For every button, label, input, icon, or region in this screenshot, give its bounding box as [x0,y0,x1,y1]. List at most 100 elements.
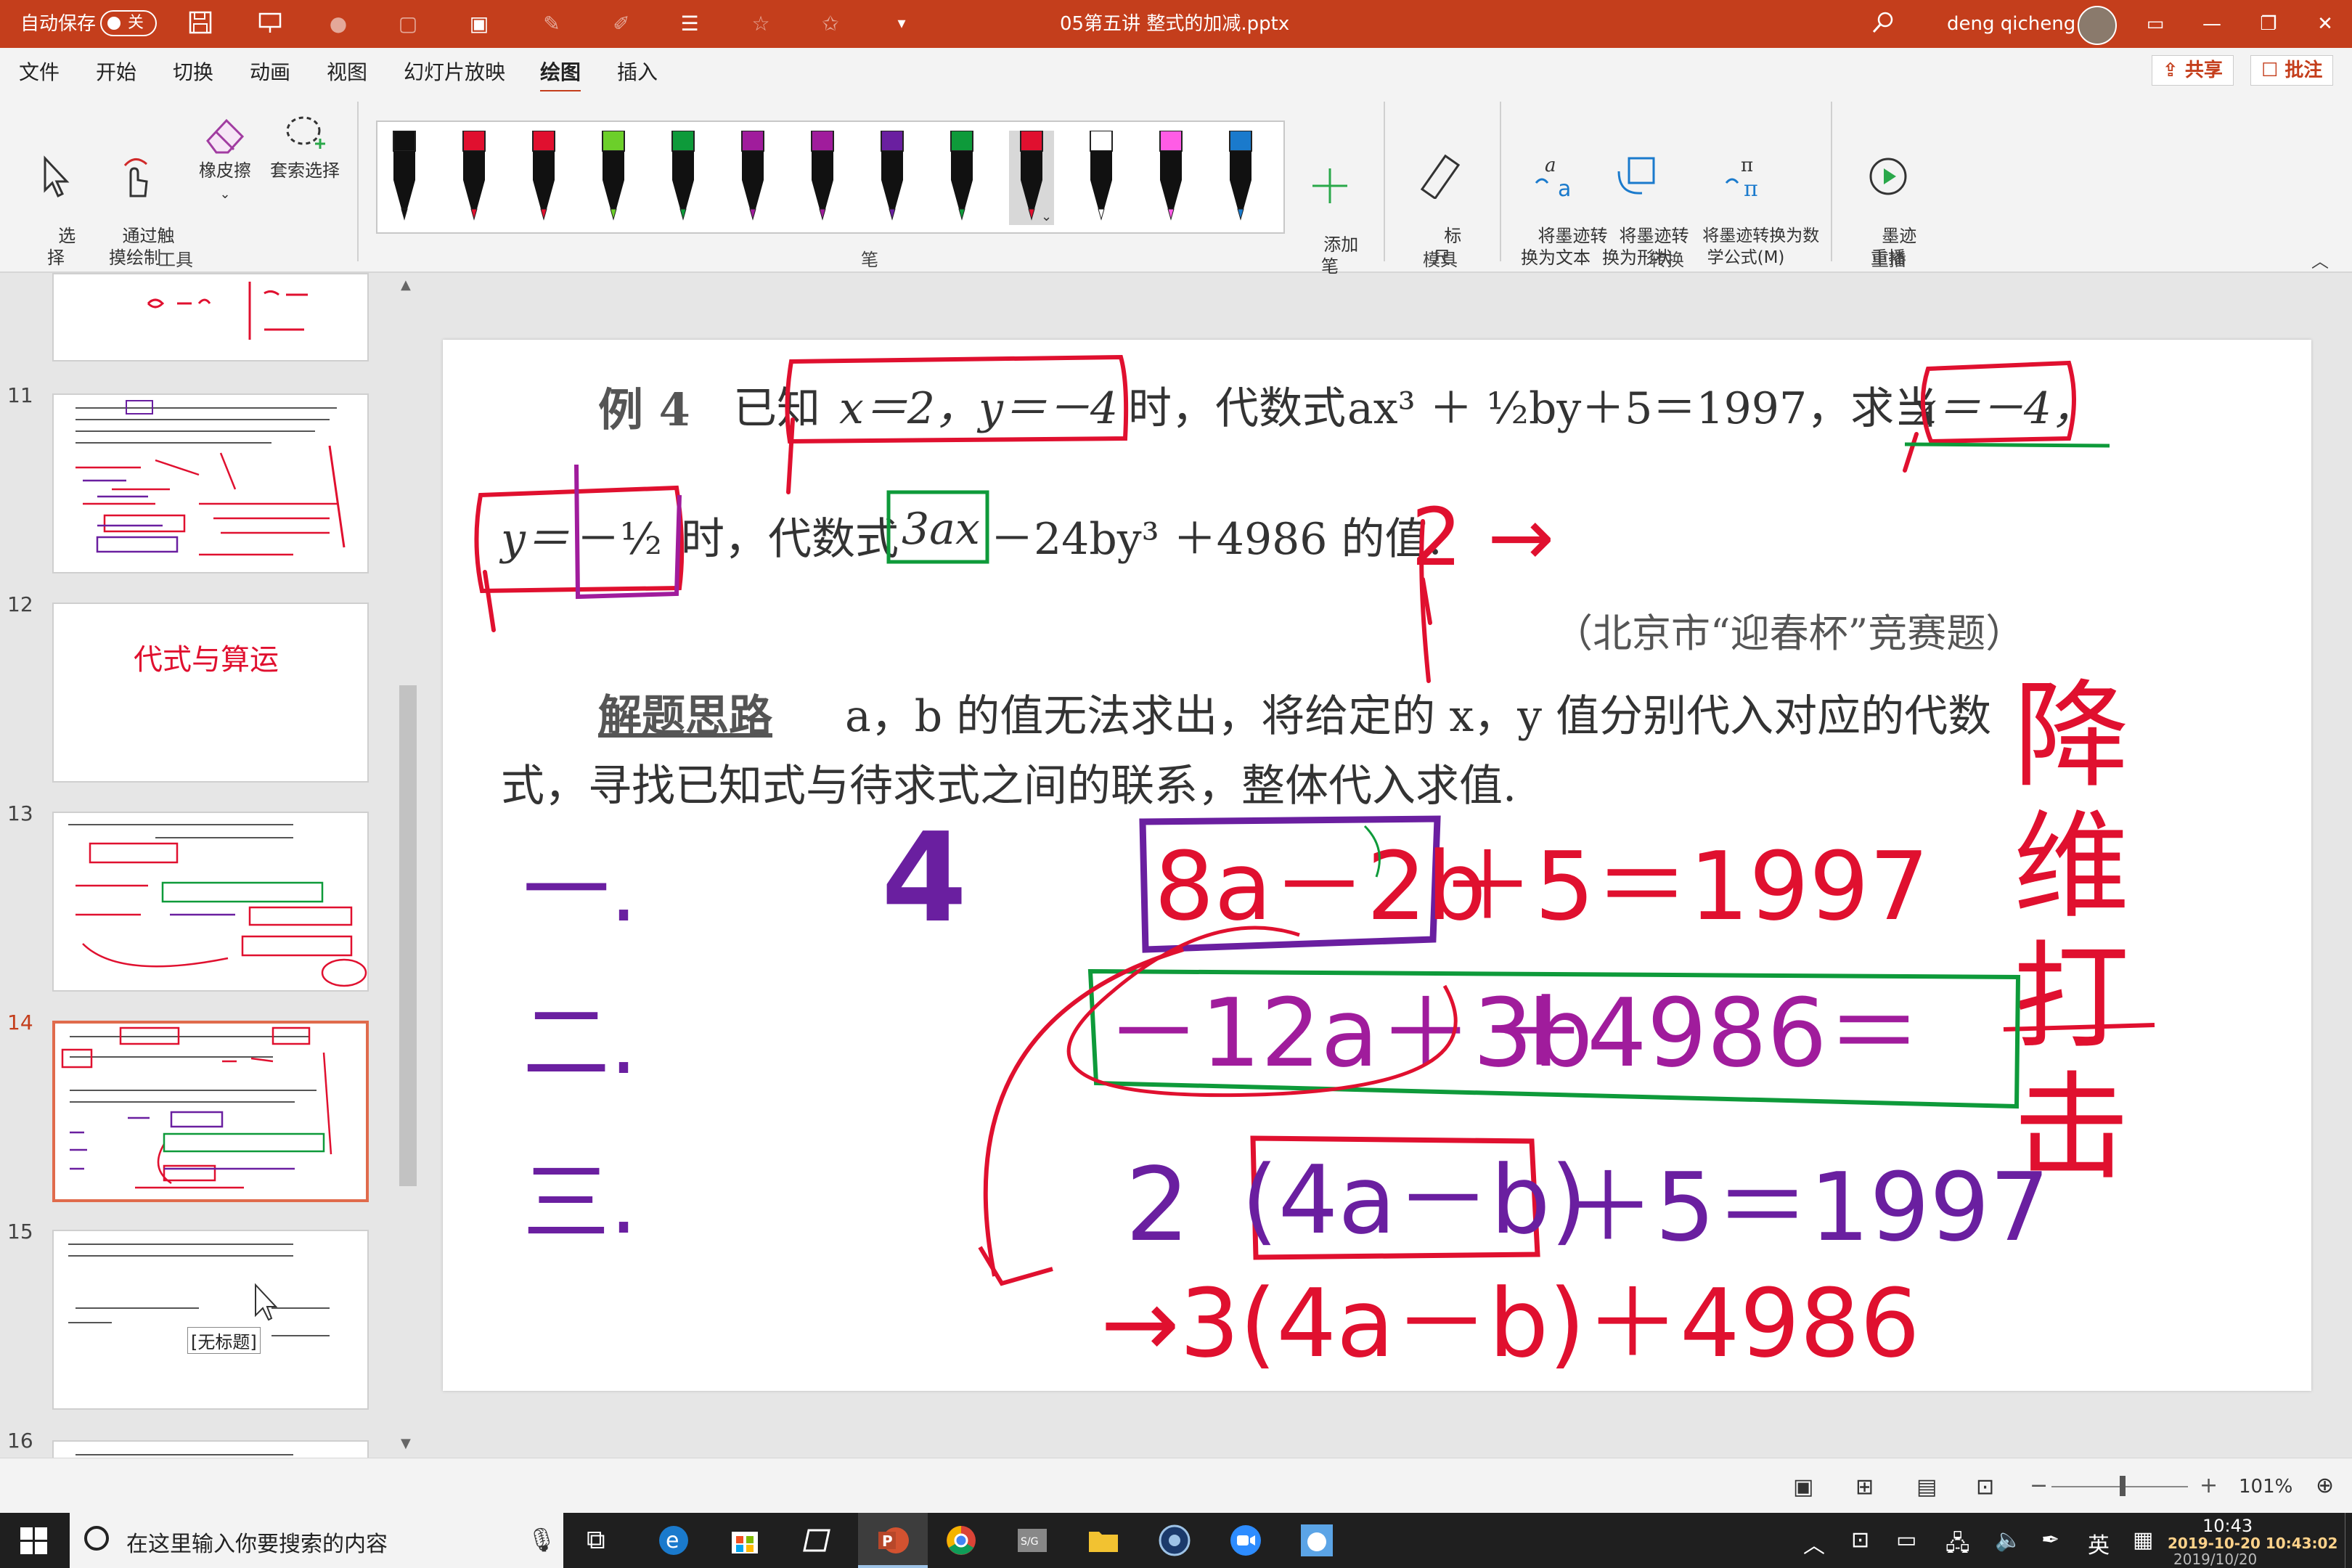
network-icon[interactable]: 🖧 [1945,1527,1969,1564]
pen-workspace-icon[interactable]: ✒ [2041,1527,2059,1553]
present-icon[interactable] [256,10,285,38]
chrome-icon[interactable] [944,1523,979,1558]
slide-thumbnail[interactable]: 代式与算运 [52,603,369,783]
tray-icon[interactable]: ⊡ [1851,1527,1869,1553]
pen-swatch-10[interactable]: ⌄ [1009,130,1054,225]
tab-slideshow[interactable]: 幻灯片放映 [404,57,505,86]
tab-animations[interactable]: 动画 [250,57,290,86]
ink-box-condition-2 [1920,360,2076,444]
add-pen-button[interactable]: 添加 笔 [1294,121,1366,299]
ink-to-math-button[interactable]: ππ 将墨迹转换为数 学公式(M) [1681,110,1819,290]
scroll-thumb[interactable] [399,685,417,1186]
volume-icon[interactable]: 🔈 [1995,1527,2022,1553]
scroll-down-icon[interactable]: ▼ [401,1436,411,1451]
show-desktop-button[interactable] [2345,1513,2352,1568]
start-windows-icon[interactable] [20,1527,48,1558]
pen-swatch-3[interactable] [527,130,560,225]
input-method-indicator[interactable]: 英 [2088,1527,2110,1559]
close-icon[interactable]: ✕ [2300,0,2351,48]
share-button[interactable]: ⇪ 共享 [2152,55,2234,86]
star-icon[interactable]: ☆ [746,10,775,38]
pen-swatch-1[interactable] [388,130,421,225]
eraser-dropdown-icon[interactable]: ⌄ [219,187,230,202]
slide-number: 11 [7,383,33,407]
star-effect-icon[interactable]: ✩ [816,10,845,38]
sticky-pen-icon[interactable] [799,1523,833,1558]
pen-swatch-8[interactable] [875,130,909,225]
slide-number: 13 [7,801,33,825]
comments-label: 批注 [2284,60,2323,81]
tab-insert[interactable]: 插入 [617,57,658,86]
align-icon[interactable]: ☰ [675,10,704,38]
tab-transitions[interactable]: 切换 [173,57,213,86]
slide-thumbnail-partial[interactable] [52,1440,369,1458]
restore-icon[interactable]: ❐ [2243,0,2294,48]
slide-thumbnail-partial[interactable] [52,273,369,362]
reading-view-icon[interactable]: ▤ [1916,1474,1937,1500]
ribbon-display-icon[interactable]: ▭ [2130,0,2181,48]
slide-thumbnail[interactable]: [无标题] [52,1230,369,1410]
pen-swatch-9[interactable] [945,130,979,225]
pen-swatch-11[interactable] [1085,130,1118,225]
taskbar-search-box[interactable]: 在这里输入你要搜索的内容 🎙 [70,1513,563,1568]
highlighter-icon[interactable]: ✐ [607,10,636,38]
pen-icon[interactable]: ✎ [537,10,566,38]
edge-icon[interactable]: e [656,1523,691,1558]
zoom-in-icon[interactable]: + [2200,1473,2218,1498]
select-tool-button[interactable]: 选 择 [32,112,80,290]
zoom-level[interactable]: 101% [2239,1476,2292,1498]
lasso-select-button[interactable]: 套索选择 [263,112,347,181]
comments-button[interactable]: ☐ 批注 [2250,55,2334,86]
microphone-icon[interactable]: 🎙 [527,1526,557,1553]
show-hidden-icons[interactable]: ︿ [1803,1527,1825,1559]
normal-view-icon[interactable]: ▣ [1793,1474,1813,1500]
store-icon[interactable] [727,1523,762,1558]
slide-thumbnail-selected[interactable] [52,1021,369,1202]
shape-outline-icon[interactable]: ▢ [393,10,422,38]
save-icon[interactable] [186,10,215,38]
pen-swatch-13[interactable] [1224,130,1257,225]
pen-swatch-2[interactable] [457,130,491,225]
zoom-out-icon[interactable]: − [2030,1473,2048,1498]
tab-draw[interactable]: 绘图 [540,57,581,93]
ruler-icon [1420,154,1461,199]
clock-date[interactable]: 2019/10/20 [2173,1551,2257,1568]
file-explorer-icon[interactable] [1086,1523,1121,1558]
ink-to-text-button[interactable]: aa 将墨迹转 换为文本 [1516,110,1608,290]
customize-qat-icon[interactable]: ▾ [887,10,916,38]
zoom-slider-thumb[interactable] [2120,1476,2126,1496]
scroll-up-icon[interactable]: ▲ [401,277,411,293]
battery-icon[interactable]: ▭ [1896,1527,1916,1553]
slide-thumbnail[interactable] [52,393,369,573]
pen-swatch-4[interactable] [597,130,630,225]
app-icon[interactable]: S/G [1015,1523,1050,1558]
thumbnail-scrollbar[interactable]: ▲ ▼ [395,273,421,1456]
slideshow-view-icon[interactable]: ⊡ [1976,1474,1994,1500]
minimize-icon[interactable]: — [2186,0,2237,48]
fit-to-window-icon[interactable]: ⊕ [2316,1473,2334,1498]
shape-fill-icon[interactable]: ● [324,10,353,38]
slide-thumbnail[interactable] [52,812,369,992]
pen-swatch-6[interactable] [736,130,769,225]
clock-time[interactable]: 10:43 [2202,1516,2253,1536]
media-icon[interactable] [1157,1523,1192,1558]
zoom-meeting-icon[interactable] [1228,1523,1263,1558]
slide-sorter-icon[interactable]: ⊞ [1855,1474,1874,1500]
tab-view[interactable]: 视图 [327,57,367,86]
powerpoint-taskbar-button[interactable]: P [858,1513,928,1568]
autosave-toggle[interactable]: 关 [100,10,157,36]
collapse-ribbon-icon[interactable]: ︿ [2311,247,2329,272]
tab-file[interactable]: 文件 [19,57,60,86]
tab-home[interactable]: 开始 [96,57,136,86]
pen-swatch-7[interactable] [806,130,839,225]
calendar-icon[interactable]: ▦ [2133,1527,2153,1553]
search-icon[interactable] [1869,10,1898,38]
avatar[interactable] [2078,6,2117,45]
shapes-icon[interactable]: ▣ [465,10,494,38]
eraser-button[interactable]: 橡皮擦 ⌄ [190,112,260,205]
pen-swatch-12[interactable] [1154,130,1188,225]
task-view-icon[interactable]: ⧉ [587,1523,621,1558]
pen-swatch-5[interactable] [666,130,700,225]
chat-app-icon[interactable] [1299,1523,1334,1558]
slide-canvas[interactable]: 例 4 已知 x＝2，y＝－4 时，代数式 ax³ ＋ ½by＋5＝1997，求… [443,340,2311,1391]
